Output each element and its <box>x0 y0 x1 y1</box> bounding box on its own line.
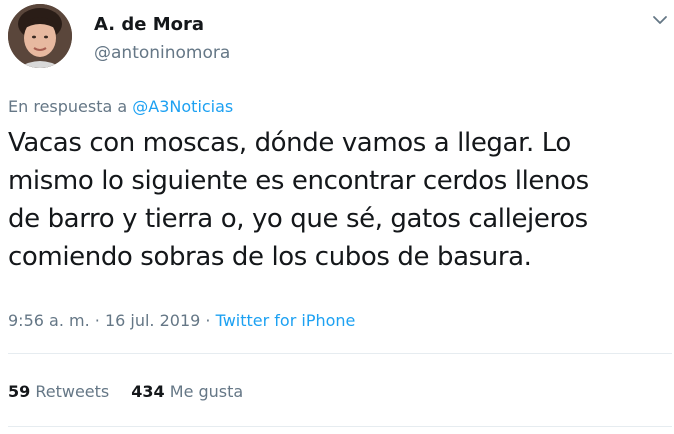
tweet-time[interactable]: 9:56 a. m. <box>8 311 90 330</box>
tweet-card: A. de Mora @antoninomora En respuesta a … <box>0 0 674 434</box>
tweet-text-line: Vacas con moscas, dónde vamos a llegar. … <box>8 128 571 158</box>
tweet-source-link[interactable]: Twitter for iPhone <box>216 311 356 330</box>
retweets-stat[interactable]: 59 Retweets <box>8 381 109 403</box>
reply-prefix: En respuesta a <box>8 97 128 116</box>
tweet-metadata: 9:56 a. m. · 16 jul. 2019 · Twitter for … <box>8 310 355 332</box>
meta-separator: · <box>89 311 105 330</box>
tweet-stats: 59 Retweets 434 Me gusta <box>8 381 243 403</box>
tweet-text-line: de barro y tierra o, yo que sé, gatos ca… <box>8 204 588 234</box>
meta-separator: · <box>200 311 216 330</box>
retweets-count: 59 <box>8 382 31 401</box>
username[interactable]: @antoninomora <box>94 42 230 64</box>
retweets-label: Retweets <box>35 382 110 401</box>
tweet-text: Vacas con moscas, dónde vamos a llegar. … <box>8 124 670 276</box>
tweet-text-line: comiendo sobras de los cubos de basura. <box>8 242 532 272</box>
reply-mention-link[interactable]: @A3Noticias <box>132 97 233 116</box>
avatar-image <box>8 4 72 68</box>
reply-context: En respuesta a @A3Noticias <box>8 96 233 118</box>
chevron-down-icon[interactable] <box>652 14 668 26</box>
likes-count: 434 <box>131 382 165 401</box>
divider <box>8 353 672 354</box>
divider <box>8 426 672 427</box>
tweet-text-line: mismo lo siguiente es encontrar cerdos l… <box>8 166 589 196</box>
tweet-date[interactable]: 16 jul. 2019 <box>105 311 200 330</box>
display-name[interactable]: A. de Mora <box>94 14 204 36</box>
likes-label: Me gusta <box>169 382 244 401</box>
avatar[interactable] <box>8 4 72 68</box>
likes-stat[interactable]: 434 Me gusta <box>131 381 243 403</box>
